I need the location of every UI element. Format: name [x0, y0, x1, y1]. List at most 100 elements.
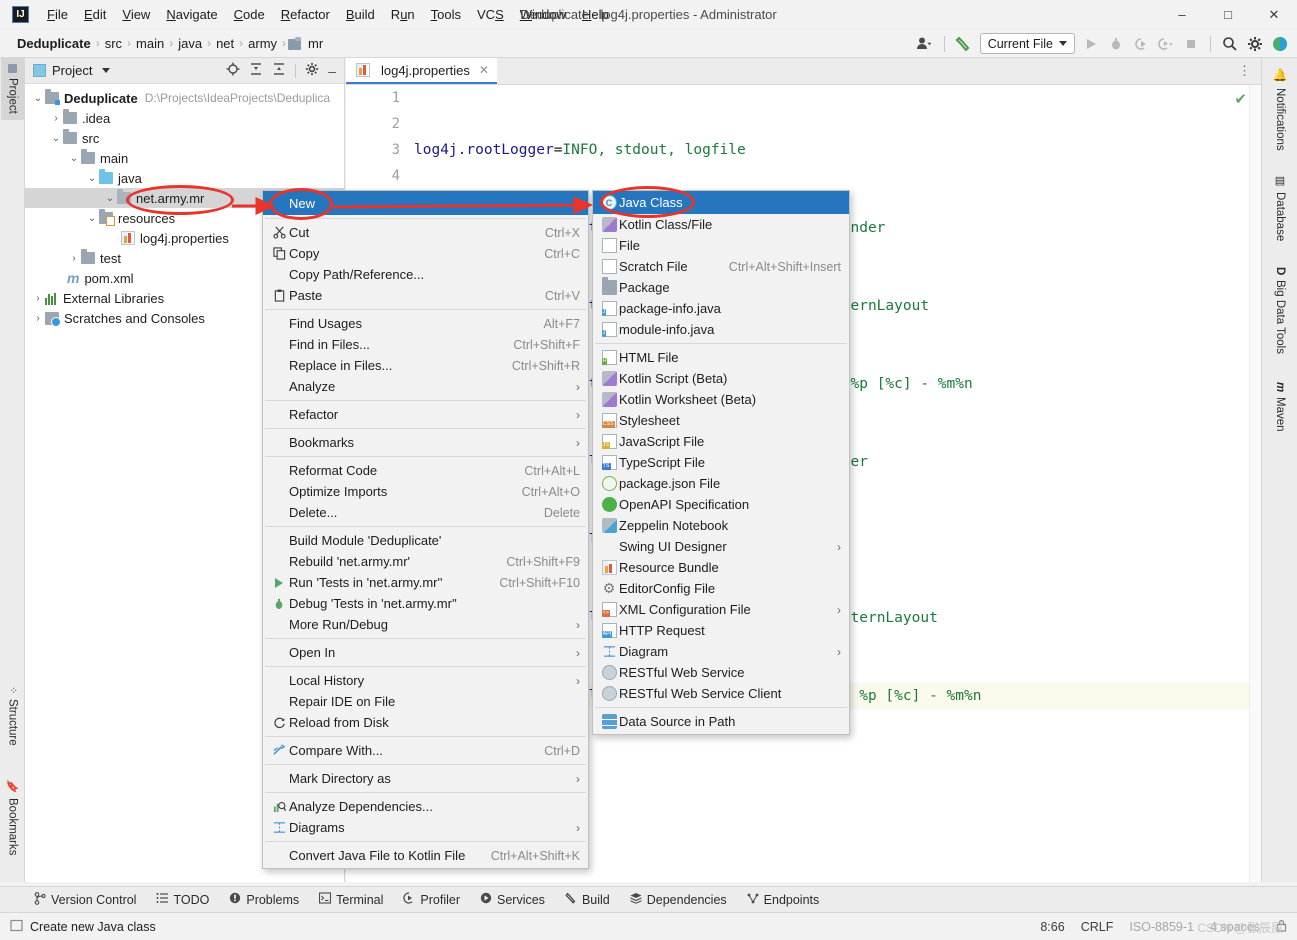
menu-item-find-usages[interactable]: Find Usages Alt+F7 — [263, 313, 588, 334]
menu-item-copy[interactable]: Copy Ctrl+C — [263, 243, 588, 264]
menu-window[interactable]: Window — [512, 3, 574, 26]
submenu-item-scratch-file[interactable]: Scratch File Ctrl+Alt+Shift+Insert — [593, 256, 849, 277]
submenu-item-html-file[interactable]: HTML File — [593, 347, 849, 368]
sidebar-item-bookmarks[interactable]: 🔖 Bookmarks — [1, 774, 24, 862]
twisty-icon[interactable]: › — [67, 253, 81, 264]
sidebar-item-structure[interactable]: ⁘ Structure — [1, 680, 24, 752]
menu-item-analyze-dependencies[interactable]: Analyze Dependencies... — [263, 796, 588, 817]
submenu-item-stylesheet[interactable]: Stylesheet — [593, 410, 849, 431]
twisty-icon[interactable]: ⌄ — [85, 173, 99, 184]
breadcrumb-item-mr[interactable]: mr — [305, 34, 326, 53]
select-opened-file-icon[interactable] — [226, 62, 240, 79]
submenu-item-kotlin-worksheet[interactable]: Kotlin Worksheet (Beta) — [593, 389, 849, 410]
breadcrumb-item-src[interactable]: src — [102, 34, 125, 53]
submenu-item-javascript-file[interactable]: JavaScript File — [593, 431, 849, 452]
menu-item-open-in[interactable]: Open In › — [263, 642, 588, 663]
toolwindow-services[interactable]: Services — [480, 892, 545, 907]
submenu-item-restful-web-service[interactable]: RESTful Web Service — [593, 662, 849, 683]
toolwindow-build[interactable]: Build — [565, 892, 610, 907]
sidebar-item-notifications[interactable]: 🔔 Notifications — [1265, 64, 1295, 154]
build-hammer-icon[interactable] — [955, 35, 973, 53]
stop-button[interactable] — [1182, 35, 1200, 53]
sidebar-item-project[interactable]: Project — [1, 58, 24, 120]
menu-build[interactable]: Build — [338, 3, 383, 26]
menu-item-paste[interactable]: Paste Ctrl+V — [263, 285, 588, 306]
menu-vcs[interactable]: VCS — [469, 3, 512, 26]
maximize-button[interactable]: □ — [1205, 0, 1251, 29]
run-with-coverage-button[interactable] — [1132, 35, 1150, 53]
twisty-icon[interactable]: ⌄ — [67, 153, 81, 164]
menu-edit[interactable]: Edit — [76, 3, 114, 26]
submenu-item-module-info-java[interactable]: module-info.java — [593, 319, 849, 340]
search-icon[interactable] — [1221, 35, 1239, 53]
toolwindow-terminal[interactable]: Terminal — [319, 892, 383, 907]
tab-log4j-properties[interactable]: log4j.properties ✕ — [346, 58, 497, 84]
menu-item-convert-java-to-kotlin[interactable]: Convert Java File to Kotlin File Ctrl+Al… — [263, 845, 588, 866]
submenu-item-kotlin-script[interactable]: Kotlin Script (Beta) — [593, 368, 849, 389]
submenu-item-editorconfig-file[interactable]: ⚙ EditorConfig File — [593, 578, 849, 599]
error-stripe[interactable] — [1249, 85, 1261, 882]
menu-item-mark-directory-as[interactable]: Mark Directory as › — [263, 768, 588, 789]
menu-item-reload-from-disk[interactable]: Reload from Disk — [263, 712, 588, 733]
sidebar-item-maven[interactable]: m Maven — [1265, 378, 1295, 436]
tree-node-src[interactable]: ⌄ src — [25, 128, 344, 148]
breadcrumb-item-army[interactable]: army — [245, 34, 280, 53]
gear-icon[interactable] — [305, 62, 319, 79]
status-caret-position[interactable]: 8:66 — [1040, 920, 1064, 934]
toolwindow-todo[interactable]: TODO — [156, 892, 209, 907]
menu-item-optimize-imports[interactable]: Optimize Imports Ctrl+Alt+O — [263, 481, 588, 502]
chevron-down-icon[interactable] — [102, 68, 111, 73]
user-account-icon[interactable] — [916, 35, 934, 53]
twisty-icon[interactable]: › — [31, 313, 45, 324]
submenu-item-java-class[interactable]: C Java Class — [593, 191, 849, 214]
menu-item-diagrams[interactable]: Diagrams › — [263, 817, 588, 838]
menu-item-analyze[interactable]: Analyze › — [263, 376, 588, 397]
menu-item-new[interactable]: New › — [263, 191, 588, 215]
submenu-item-diagram[interactable]: Diagram › — [593, 641, 849, 662]
breadcrumb-item-project[interactable]: Deduplicate — [14, 34, 94, 53]
tree-node-deduplicate[interactable]: ⌄ Deduplicate D:\Projects\IdeaProjects\D… — [25, 88, 344, 108]
menu-navigate[interactable]: Navigate — [158, 3, 225, 26]
breadcrumb-item-net[interactable]: net — [213, 34, 237, 53]
tree-node-idea[interactable]: › .idea — [25, 108, 344, 128]
menu-item-run-tests[interactable]: Run 'Tests in 'net.army.mr'' Ctrl+Shift+… — [263, 572, 588, 593]
submenu-item-swing-ui-designer[interactable]: Swing UI Designer › — [593, 536, 849, 557]
menu-item-copy-path-reference[interactable]: Copy Path/Reference... — [263, 264, 588, 285]
menu-run[interactable]: Run — [383, 3, 423, 26]
menu-help[interactable]: Help — [574, 3, 617, 26]
collapse-all-icon[interactable] — [272, 62, 286, 79]
toolwindow-dependencies[interactable]: Dependencies — [630, 892, 727, 907]
menu-item-more-run-debug[interactable]: More Run/Debug › — [263, 614, 588, 635]
breadcrumb-item-main[interactable]: main — [133, 34, 167, 53]
menu-item-reformat-code[interactable]: Reformat Code Ctrl+Alt+L — [263, 460, 588, 481]
twisty-icon[interactable]: ⌄ — [85, 213, 99, 224]
menu-refactor[interactable]: Refactor — [273, 3, 338, 26]
twisty-icon[interactable]: ⌄ — [31, 93, 45, 104]
menu-item-build-module[interactable]: Build Module 'Deduplicate' — [263, 530, 588, 551]
menu-item-debug-tests[interactable]: Debug 'Tests in 'net.army.mr'' — [263, 593, 588, 614]
tree-node-main[interactable]: ⌄ main — [25, 148, 344, 168]
breadcrumb-item-java[interactable]: java — [175, 34, 205, 53]
submenu-item-file[interactable]: File — [593, 235, 849, 256]
tree-node-java[interactable]: ⌄ java — [25, 168, 344, 188]
menu-item-local-history[interactable]: Local History › — [263, 670, 588, 691]
twisty-icon[interactable]: ⌄ — [49, 133, 63, 144]
toolwindow-endpoints[interactable]: Endpoints — [747, 892, 819, 907]
menu-file[interactable]: File — [39, 3, 76, 26]
menu-tools[interactable]: Tools — [423, 3, 469, 26]
menu-code[interactable]: Code — [226, 3, 273, 26]
twisty-icon[interactable]: ⌄ — [103, 193, 117, 204]
close-button[interactable]: ✕ — [1251, 0, 1297, 29]
ide-logo-icon[interactable] — [1271, 35, 1289, 53]
profile-dropdown-button[interactable] — [1157, 35, 1175, 53]
submenu-item-restful-web-service-client[interactable]: RESTful Web Service Client — [593, 683, 849, 704]
toolwindow-profiler[interactable]: Profiler — [403, 892, 460, 907]
submenu-item-openapi-specification[interactable]: OpenAPI Specification — [593, 494, 849, 515]
menu-item-repair-ide-on-file[interactable]: Repair IDE on File — [263, 691, 588, 712]
submenu-item-xml-configuration-file[interactable]: XML Configuration File › — [593, 599, 849, 620]
minimize-button[interactable]: – — [1159, 0, 1205, 29]
submenu-item-kotlin-class-file[interactable]: Kotlin Class/File — [593, 214, 849, 235]
toolwindow-version-control[interactable]: Version Control — [34, 891, 136, 908]
run-configuration-selector[interactable]: Current File — [979, 33, 1075, 54]
menu-item-bookmarks[interactable]: Bookmarks › — [263, 432, 588, 453]
